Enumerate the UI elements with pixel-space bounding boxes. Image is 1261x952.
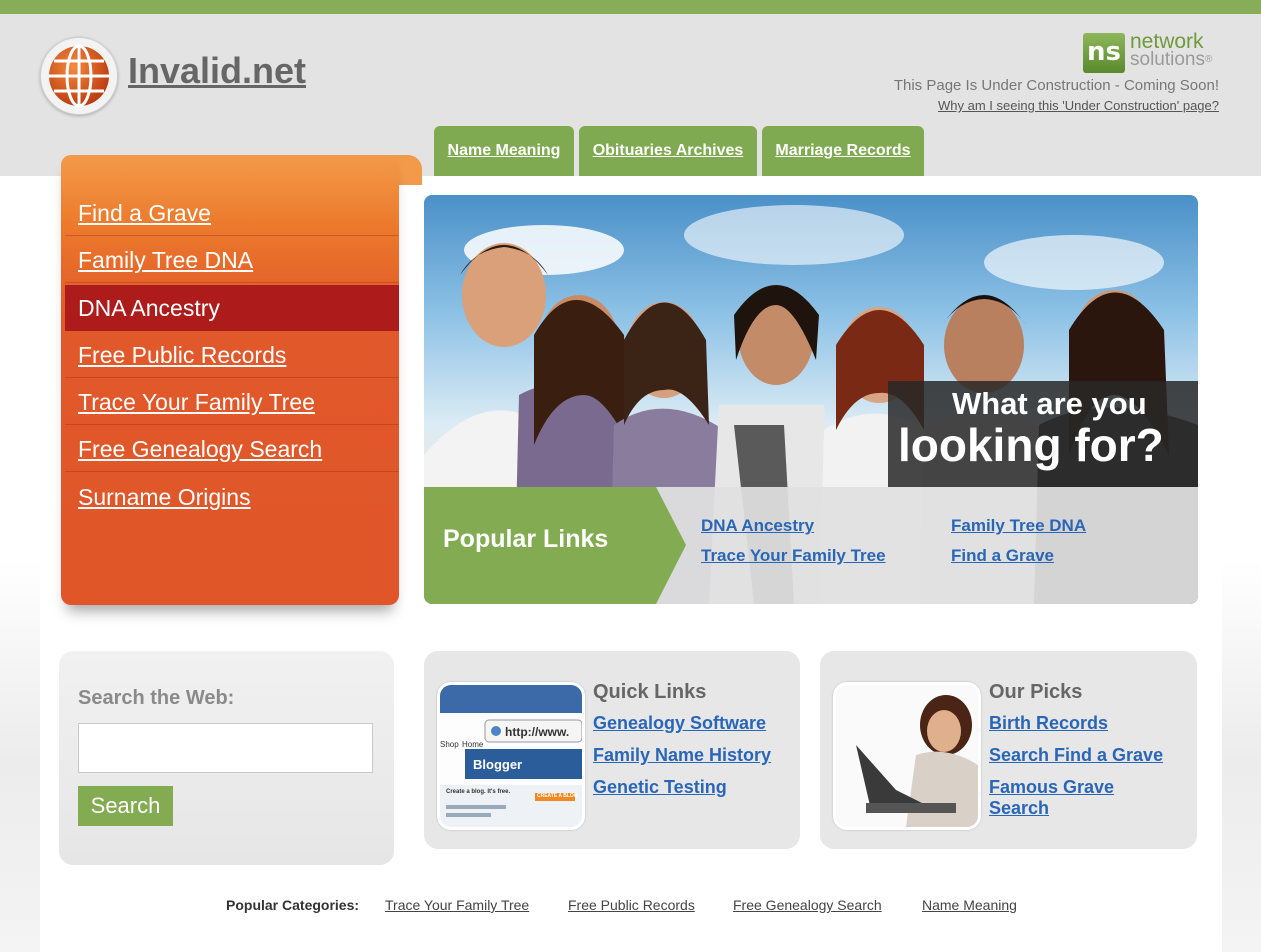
- under-construction-text: This Page Is Under Construction - Coming…: [893, 77, 1219, 94]
- network-solutions-logo[interactable]: ns network solutions®: [1083, 31, 1223, 73]
- popular-link-dna-ancestry[interactable]: DNA Ancestry: [701, 516, 814, 536]
- popular-link-family-tree-dna[interactable]: Family Tree DNA: [951, 516, 1086, 536]
- top-accent-bar: [0, 0, 1261, 14]
- blogger-screenshot-thumbnail[interactable]: http://www. Shop Home Blogger Create a b…: [437, 682, 585, 830]
- looking-for-line2: looking for?: [898, 419, 1164, 471]
- sidebar-item-dna-ancestry[interactable]: DNA Ancestry: [65, 285, 399, 331]
- our-picks-title: Our Picks: [989, 681, 1083, 703]
- sidebar-item-free-genealogy-search[interactable]: Free Genealogy Search: [65, 426, 399, 472]
- pick-birth-records[interactable]: Birth Records: [989, 713, 1108, 734]
- ns-logo-mark: ns: [1083, 33, 1125, 73]
- ns-logo-word-solutions: solutions®: [1130, 49, 1213, 70]
- thumb-create-blog-button: CREATE A BLOG: [537, 793, 578, 799]
- tab-obituaries-archives[interactable]: Obituaries Archives: [579, 126, 757, 176]
- popular-categories-label: Popular Categories:: [226, 897, 360, 913]
- search-button[interactable]: Search: [78, 786, 173, 826]
- site-title[interactable]: Invalid.net: [128, 50, 306, 92]
- footer-link-trace-your-family-tree[interactable]: Trace Your Family Tree: [385, 897, 529, 913]
- quick-link-genealogy-software[interactable]: Genealogy Software: [593, 713, 766, 734]
- ns-logo-registered-mark: ®: [1205, 54, 1213, 65]
- thumb-caption: Create a blog. It's free.: [446, 789, 511, 795]
- looking-for-line1: What are you: [952, 386, 1147, 421]
- blogger-screenshot-image: [440, 685, 582, 827]
- globe-logo-icon[interactable]: [40, 37, 118, 115]
- sidebar-item-free-public-records[interactable]: Free Public Records: [65, 332, 399, 378]
- thumb-blogger-text: Blogger: [473, 757, 523, 772]
- quick-links-title: Quick Links: [593, 681, 707, 703]
- popular-links-title: Popular Links: [443, 525, 609, 553]
- quick-link-family-name-history[interactable]: Family Name History: [593, 745, 771, 766]
- thumb-url-text: http://www.: [505, 725, 570, 739]
- quick-link-genetic-testing[interactable]: Genetic Testing: [593, 777, 727, 798]
- search-input[interactable]: [78, 723, 373, 773]
- tab-marriage-records[interactable]: Marriage Records: [762, 126, 924, 176]
- pick-search-find-a-grave[interactable]: Search Find a Grave: [989, 745, 1163, 766]
- thumb-nav-home: Home: [462, 740, 484, 749]
- popular-link-trace-your-family-tree[interactable]: Trace Your Family Tree: [701, 546, 886, 566]
- search-label: Search the Web:: [78, 687, 235, 709]
- pick-famous-grave-search[interactable]: Famous Grave Search: [989, 777, 1139, 819]
- sidebar-item-trace-your-family-tree[interactable]: Trace Your Family Tree: [65, 379, 399, 425]
- tab-name-meaning[interactable]: Name Meaning: [434, 126, 574, 176]
- sidebar-item-family-tree-dna[interactable]: Family Tree DNA: [65, 237, 399, 283]
- thumb-nav-shop: Shop: [440, 740, 459, 749]
- footer-link-name-meaning[interactable]: Name Meaning: [922, 897, 1017, 913]
- why-under-construction-link[interactable]: Why am I seeing this 'Under Construction…: [938, 98, 1219, 113]
- popular-link-find-a-grave[interactable]: Find a Grave: [951, 546, 1054, 566]
- sidebar-item-surname-origins[interactable]: Surname Origins: [65, 474, 399, 520]
- woman-laptop-image: [836, 685, 978, 827]
- footer-link-free-genealogy-search[interactable]: Free Genealogy Search: [733, 897, 882, 913]
- footer-link-free-public-records[interactable]: Free Public Records: [568, 897, 695, 913]
- woman-laptop-thumbnail[interactable]: [833, 682, 981, 830]
- sidebar-item-find-a-grave[interactable]: Find a Grave: [65, 190, 399, 236]
